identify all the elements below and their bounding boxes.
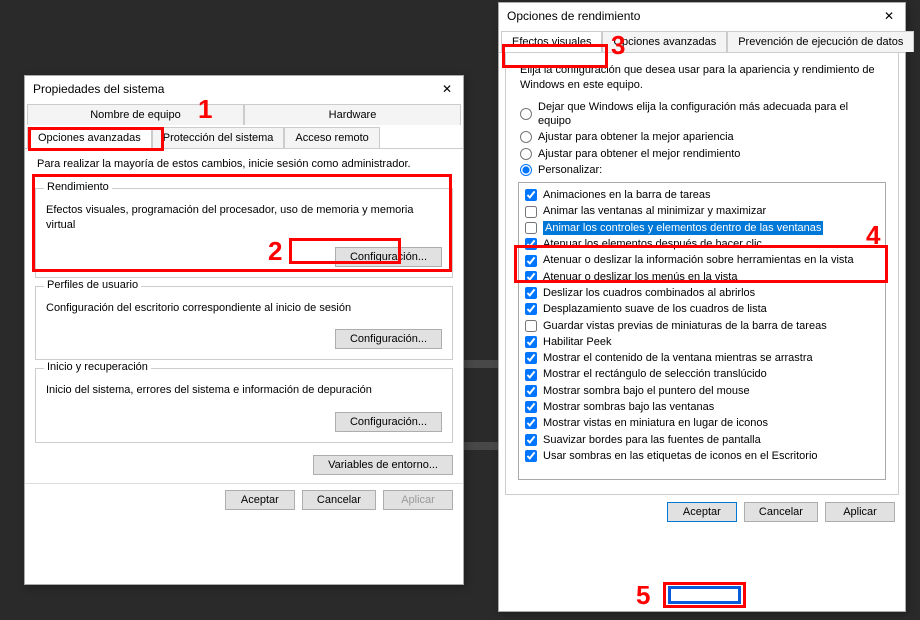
system-properties-dialog: Propiedades del sistema ✕ Nombre de equi… [24,75,464,585]
visual-effect-checkbox[interactable] [525,385,537,397]
annotation-box-3 [502,44,608,68]
annotation-number-3: 3 [611,30,625,61]
sysprops-title-bar: Propiedades del sistema ✕ [25,76,463,102]
perfopt-footer: Aceptar Cancelar Aplicar [499,495,905,530]
visual-effect-item[interactable]: Habilitar Peek [525,334,879,350]
visual-effect-checkbox[interactable] [525,352,537,364]
visual-effect-label: Animar los controles y elementos dentro … [543,221,823,235]
visual-effect-item[interactable]: Animar las ventanas al minimizar y maxim… [525,203,879,219]
sysprops-footer: Aceptar Cancelar Aplicar [25,483,463,518]
visual-effect-item[interactable]: Mostrar sombras bajo las ventanas [525,399,879,415]
visual-effects-list[interactable]: Animaciones en la barra de tareas Animar … [518,182,886,480]
visual-effect-item[interactable]: Deslizar los cuadros combinados al abrir… [525,285,879,301]
perfopt-title-bar: Opciones de rendimiento ✕ [499,3,905,29]
visual-effect-label: Deslizar los cuadros combinados al abrir… [543,286,755,300]
sysprops-cancel-button[interactable]: Cancelar [302,490,376,510]
visual-effect-item[interactable]: Animar los controles y elementos dentro … [525,220,879,236]
perfiles-text: Configuración del escritorio correspondi… [46,295,442,326]
visual-effect-checkbox[interactable] [525,369,537,381]
perfopt-apply-button[interactable]: Aplicar [825,502,895,522]
visual-effect-item[interactable]: Mostrar sombra bajo el puntero del mouse [525,383,879,399]
close-icon[interactable]: ✕ [881,9,897,23]
radio-best-performance-label: Ajustar para obtener el mejor rendimient… [538,147,740,161]
visual-effect-label: Mostrar vistas en miniatura en lugar de … [543,416,768,430]
visual-effect-label: Mostrar el contenido de la ventana mient… [543,351,813,365]
annotation-box-1 [28,127,164,151]
visual-effect-label: Desplazamiento suave de los cuadros de l… [543,302,767,316]
visual-effect-checkbox[interactable] [525,434,537,446]
annotation-box-4 [514,245,888,283]
visual-effect-label: Animaciones en la barra de tareas [543,188,711,202]
fieldset-inicio: Inicio y recuperación Inicio del sistema… [35,368,453,443]
visual-effect-checkbox[interactable] [525,206,537,218]
visual-effect-checkbox[interactable] [525,222,537,234]
visual-effect-label: Suavizar bordes para las fuentes de pant… [543,433,761,447]
tab-acceso-remoto[interactable]: Acceso remoto [284,127,379,148]
annotation-number-4: 4 [866,220,880,251]
inicio-text: Inicio del sistema, errores del sistema … [46,377,442,408]
perfopt-cancel-button[interactable]: Cancelar [744,502,818,522]
radio-windows-decide[interactable]: Dejar que Windows elija la configuración… [520,99,884,130]
sysprops-apply-button[interactable]: Aplicar [383,490,453,510]
annotation-number-2: 2 [268,236,282,267]
radio-best-appearance-label: Ajustar para obtener la mejor apariencia [538,130,734,144]
visual-effect-label: Animar las ventanas al minimizar y maxim… [543,204,766,218]
visual-effect-item[interactable]: Suavizar bordes para las fuentes de pant… [525,432,879,448]
perfopt-ok-button[interactable]: Aceptar [667,502,737,522]
visual-effect-item[interactable]: Animaciones en la barra de tareas [525,187,879,203]
fieldset-perfiles: Perfiles de usuario Configuración del es… [35,286,453,361]
perfopt-title: Opciones de rendimiento [507,9,640,23]
radio-custom-label: Personalizar: [538,163,602,177]
visual-effect-label: Usar sombras en las etiquetas de iconos … [543,449,818,463]
visual-effect-item[interactable]: Guardar vistas previas de miniaturas de … [525,318,879,334]
visual-effect-label: Guardar vistas previas de miniaturas de … [543,319,827,333]
visual-effect-checkbox[interactable] [525,450,537,462]
radio-windows-decide-label: Dejar que Windows elija la configuración… [538,100,884,129]
visual-effect-item[interactable]: Mostrar el rectángulo de selección trans… [525,366,879,382]
visual-effect-item[interactable]: Mostrar vistas en miniatura en lugar de … [525,415,879,431]
visual-effect-label: Mostrar sombra bajo el puntero del mouse [543,384,750,398]
visual-effect-label: Mostrar el rectángulo de selección trans… [543,367,767,381]
env-vars-button[interactable]: Variables de entorno... [313,455,453,475]
visual-effect-checkbox[interactable] [525,287,537,299]
radio-best-appearance[interactable]: Ajustar para obtener la mejor apariencia [520,129,884,145]
sysprops-ok-button[interactable]: Aceptar [225,490,295,510]
sysprops-tabs-row-top: Nombre de equipo Hardware [25,104,463,125]
radio-custom-input[interactable] [520,164,532,176]
annotation-number-1: 1 [198,94,212,125]
inicio-legend: Inicio y recuperación [44,361,151,373]
visual-effect-label: Mostrar sombras bajo las ventanas [543,400,714,414]
radio-best-appearance-input[interactable] [520,131,532,143]
radio-custom[interactable]: Personalizar: [520,162,884,178]
tab-proteccion-sistema[interactable]: Protección del sistema [152,127,285,148]
annotation-box-5-inner [668,586,741,604]
visual-effect-checkbox[interactable] [525,336,537,348]
close-icon[interactable]: ✕ [439,82,455,96]
inicio-config-button[interactable]: Configuración... [335,412,442,432]
sysprops-title: Propiedades del sistema [33,82,164,96]
visual-effect-checkbox[interactable] [525,401,537,413]
visual-effect-item[interactable]: Mostrar el contenido de la ventana mient… [525,350,879,366]
perfiles-config-button[interactable]: Configuración... [335,329,442,349]
tab-hardware[interactable]: Hardware [244,104,461,125]
perfiles-legend: Perfiles de usuario [44,279,141,291]
annotation-number-5: 5 [636,580,650,611]
radio-best-performance[interactable]: Ajustar para obtener el mejor rendimient… [520,146,884,162]
radio-windows-decide-input[interactable] [520,108,532,120]
radio-best-performance-input[interactable] [520,148,532,160]
performance-options-dialog: Opciones de rendimiento ✕ Efectos visual… [498,2,906,612]
visual-effect-checkbox[interactable] [525,417,537,429]
visual-effect-checkbox[interactable] [525,189,537,201]
visual-effect-checkbox[interactable] [525,303,537,315]
visual-effect-item[interactable]: Usar sombras en las etiquetas de iconos … [525,448,879,464]
visual-effect-label: Habilitar Peek [543,335,611,349]
visual-effect-item[interactable]: Desplazamiento suave de los cuadros de l… [525,301,879,317]
tab-dep[interactable]: Prevención de ejecución de datos [727,31,914,52]
visual-effect-checkbox[interactable] [525,320,537,332]
annotation-box-2-inner [289,238,401,264]
